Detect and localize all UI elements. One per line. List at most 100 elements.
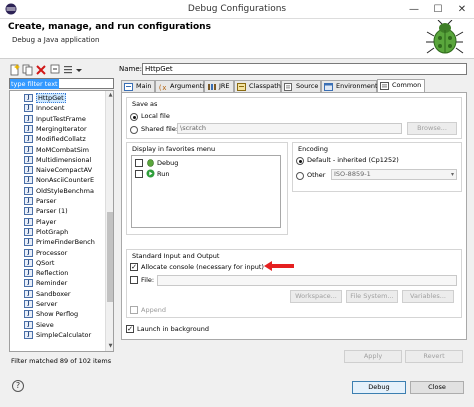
name-label: Name: — [119, 65, 143, 73]
tab-classpath[interactable]: Classpath — [234, 80, 281, 92]
tree-item[interactable]: J OldStyleBenchma — [24, 186, 94, 196]
tab-common-label: Common — [392, 81, 422, 89]
tab-arguments[interactable]: (x) Arguments — [155, 80, 206, 92]
favorites-list[interactable]: Debug Run — [131, 155, 281, 228]
close-window-button[interactable]: ✕ — [450, 0, 474, 19]
other-encoding-select[interactable]: ISO-8859-1 ▾ — [331, 169, 457, 180]
java-application-icon: J — [24, 114, 33, 123]
tab-environment-label: Environment — [336, 82, 378, 90]
debug-favorite-checkbox[interactable] — [135, 159, 143, 167]
java-application-icon: J — [24, 124, 33, 133]
tree-item[interactable]: J Server — [24, 299, 57, 309]
scrollbar-thumb[interactable] — [107, 212, 113, 302]
tree-item[interactable]: J Processor — [24, 248, 68, 258]
tree-vertical-scrollbar[interactable]: ▲ ▼ — [105, 91, 113, 351]
filter-placeholder-text: type filter text — [10, 79, 59, 89]
collapse-all-icon[interactable] — [50, 64, 62, 76]
scroll-down-arrow-icon[interactable]: ▼ — [106, 342, 113, 351]
workspace-button[interactable]: Workspace... — [290, 290, 342, 303]
main-tab-icon — [124, 83, 133, 91]
tree-item[interactable]: J Reflection — [24, 268, 68, 278]
tree-item-label: QSort — [36, 258, 55, 267]
variables-button[interactable]: Variables... — [402, 290, 454, 303]
other-encoding-radio[interactable] — [296, 172, 304, 180]
tree-item[interactable]: J HttpGet — [24, 93, 66, 103]
tree-item-label: NaiveCompactAV — [36, 166, 93, 175]
browse-button[interactable]: Browse... — [407, 122, 457, 135]
file-output-field[interactable] — [157, 275, 457, 286]
java-application-icon: J — [24, 330, 33, 339]
tree-item-label: Reminder — [36, 279, 68, 288]
help-icon[interactable]: ? — [12, 380, 24, 392]
run-favorite-checkbox[interactable] — [135, 170, 143, 178]
shared-file-label: Shared file: — [141, 125, 179, 133]
default-encoding-radio[interactable] — [296, 157, 304, 165]
view-menu-chevron-down-icon[interactable] — [75, 64, 83, 76]
tab-arguments-label: Arguments — [170, 82, 206, 90]
tree-item[interactable]: J ModifiedCollatz — [24, 134, 86, 144]
close-button[interactable]: Close — [410, 381, 464, 394]
launch-background-checkbox[interactable]: ✓ — [126, 325, 134, 333]
filter-icon[interactable] — [63, 64, 75, 76]
tree-item[interactable]: J MoMCombatSim — [24, 145, 89, 155]
tree-item-label: PrimeFinderBench — [36, 238, 95, 247]
minimize-button[interactable]: — — [402, 0, 426, 19]
shared-file-path-field[interactable]: \scratch — [177, 123, 402, 134]
java-application-icon: J — [24, 166, 33, 175]
standard-io-title: Standard Input and Output — [132, 252, 220, 260]
tree-item[interactable]: J NonAsciiCounterE — [24, 175, 94, 185]
maximize-button[interactable]: ☐ — [426, 0, 450, 19]
save-as-group: Save as Local file Shared file: \scratch… — [126, 97, 462, 139]
tree-item[interactable]: J Parser (1) — [24, 206, 68, 216]
allocate-console-checkbox[interactable]: ✓ — [130, 263, 138, 271]
tree-item[interactable]: J Sieve — [24, 320, 54, 330]
tree-item[interactable]: J Reminder — [24, 278, 68, 288]
tab-common[interactable]: Common — [377, 79, 425, 92]
name-input[interactable]: HttpGet — [142, 63, 467, 75]
tree-item[interactable]: J Parser — [24, 196, 56, 206]
java-application-icon: J — [24, 186, 33, 195]
tree-item[interactable]: J Sandboxer — [24, 289, 71, 299]
tree-item[interactable]: J Multidimensional — [24, 155, 91, 165]
tree-item-label: MergingIterator — [36, 124, 87, 133]
revert-button[interactable]: Revert — [405, 350, 463, 363]
new-configuration-icon[interactable] — [9, 64, 21, 76]
tree-item[interactable]: J NaiveCompactAV — [24, 165, 93, 175]
tab-main[interactable]: Main — [121, 80, 155, 92]
header-subtitle: Debug a Java application — [12, 36, 100, 44]
tree-item[interactable]: J MergingIterator — [24, 124, 87, 134]
tree-item-label: Player — [36, 217, 57, 226]
source-tab-icon — [284, 83, 292, 91]
tree-item[interactable]: J PrimeFinderBench — [24, 237, 95, 247]
tree-item[interactable]: J Show Perflog — [24, 309, 78, 319]
select-chevron-down-icon: ▾ — [450, 171, 454, 178]
duplicate-icon[interactable] — [22, 64, 34, 76]
configuration-tree[interactable]: J HttpGet J Innocent J InputTestFrame J Merging… — [9, 90, 114, 352]
launch-background-label: Launch in background — [137, 325, 210, 333]
tree-item[interactable]: J QSort — [24, 258, 55, 268]
tree-item[interactable]: J SimpleCalculator — [24, 330, 91, 340]
tab-source[interactable]: Source — [281, 80, 321, 92]
tab-environment[interactable]: Environment — [321, 80, 378, 92]
debug-button[interactable]: Debug — [352, 381, 406, 394]
apply-button[interactable]: Apply — [344, 350, 402, 363]
java-application-icon: J — [24, 227, 33, 236]
shared-file-radio[interactable] — [130, 126, 138, 134]
standard-io-group: Standard Input and Output ✓ Allocate con… — [126, 249, 462, 318]
java-application-icon: J — [24, 248, 33, 257]
filter-input[interactable]: type filter text — [9, 78, 114, 89]
file-output-checkbox[interactable] — [130, 276, 138, 284]
file-system-button[interactable]: File System... — [346, 290, 398, 303]
local-file-radio[interactable] — [130, 113, 138, 121]
append-checkbox[interactable] — [130, 306, 138, 314]
arguments-tab-icon: (x) — [158, 84, 167, 91]
scroll-up-arrow-icon[interactable]: ▲ — [106, 91, 113, 100]
delete-icon[interactable] — [35, 64, 47, 76]
tree-item[interactable]: J Player — [24, 217, 57, 227]
tree-item[interactable]: J PlotGraph — [24, 227, 68, 237]
tree-item-label: Processor — [36, 248, 68, 257]
tree-item[interactable]: J InputTestFrame — [24, 114, 86, 124]
java-application-icon: J — [24, 258, 33, 267]
tree-item[interactable]: J Innocent — [24, 103, 64, 113]
tab-jre[interactable]: JRE — [204, 80, 234, 92]
